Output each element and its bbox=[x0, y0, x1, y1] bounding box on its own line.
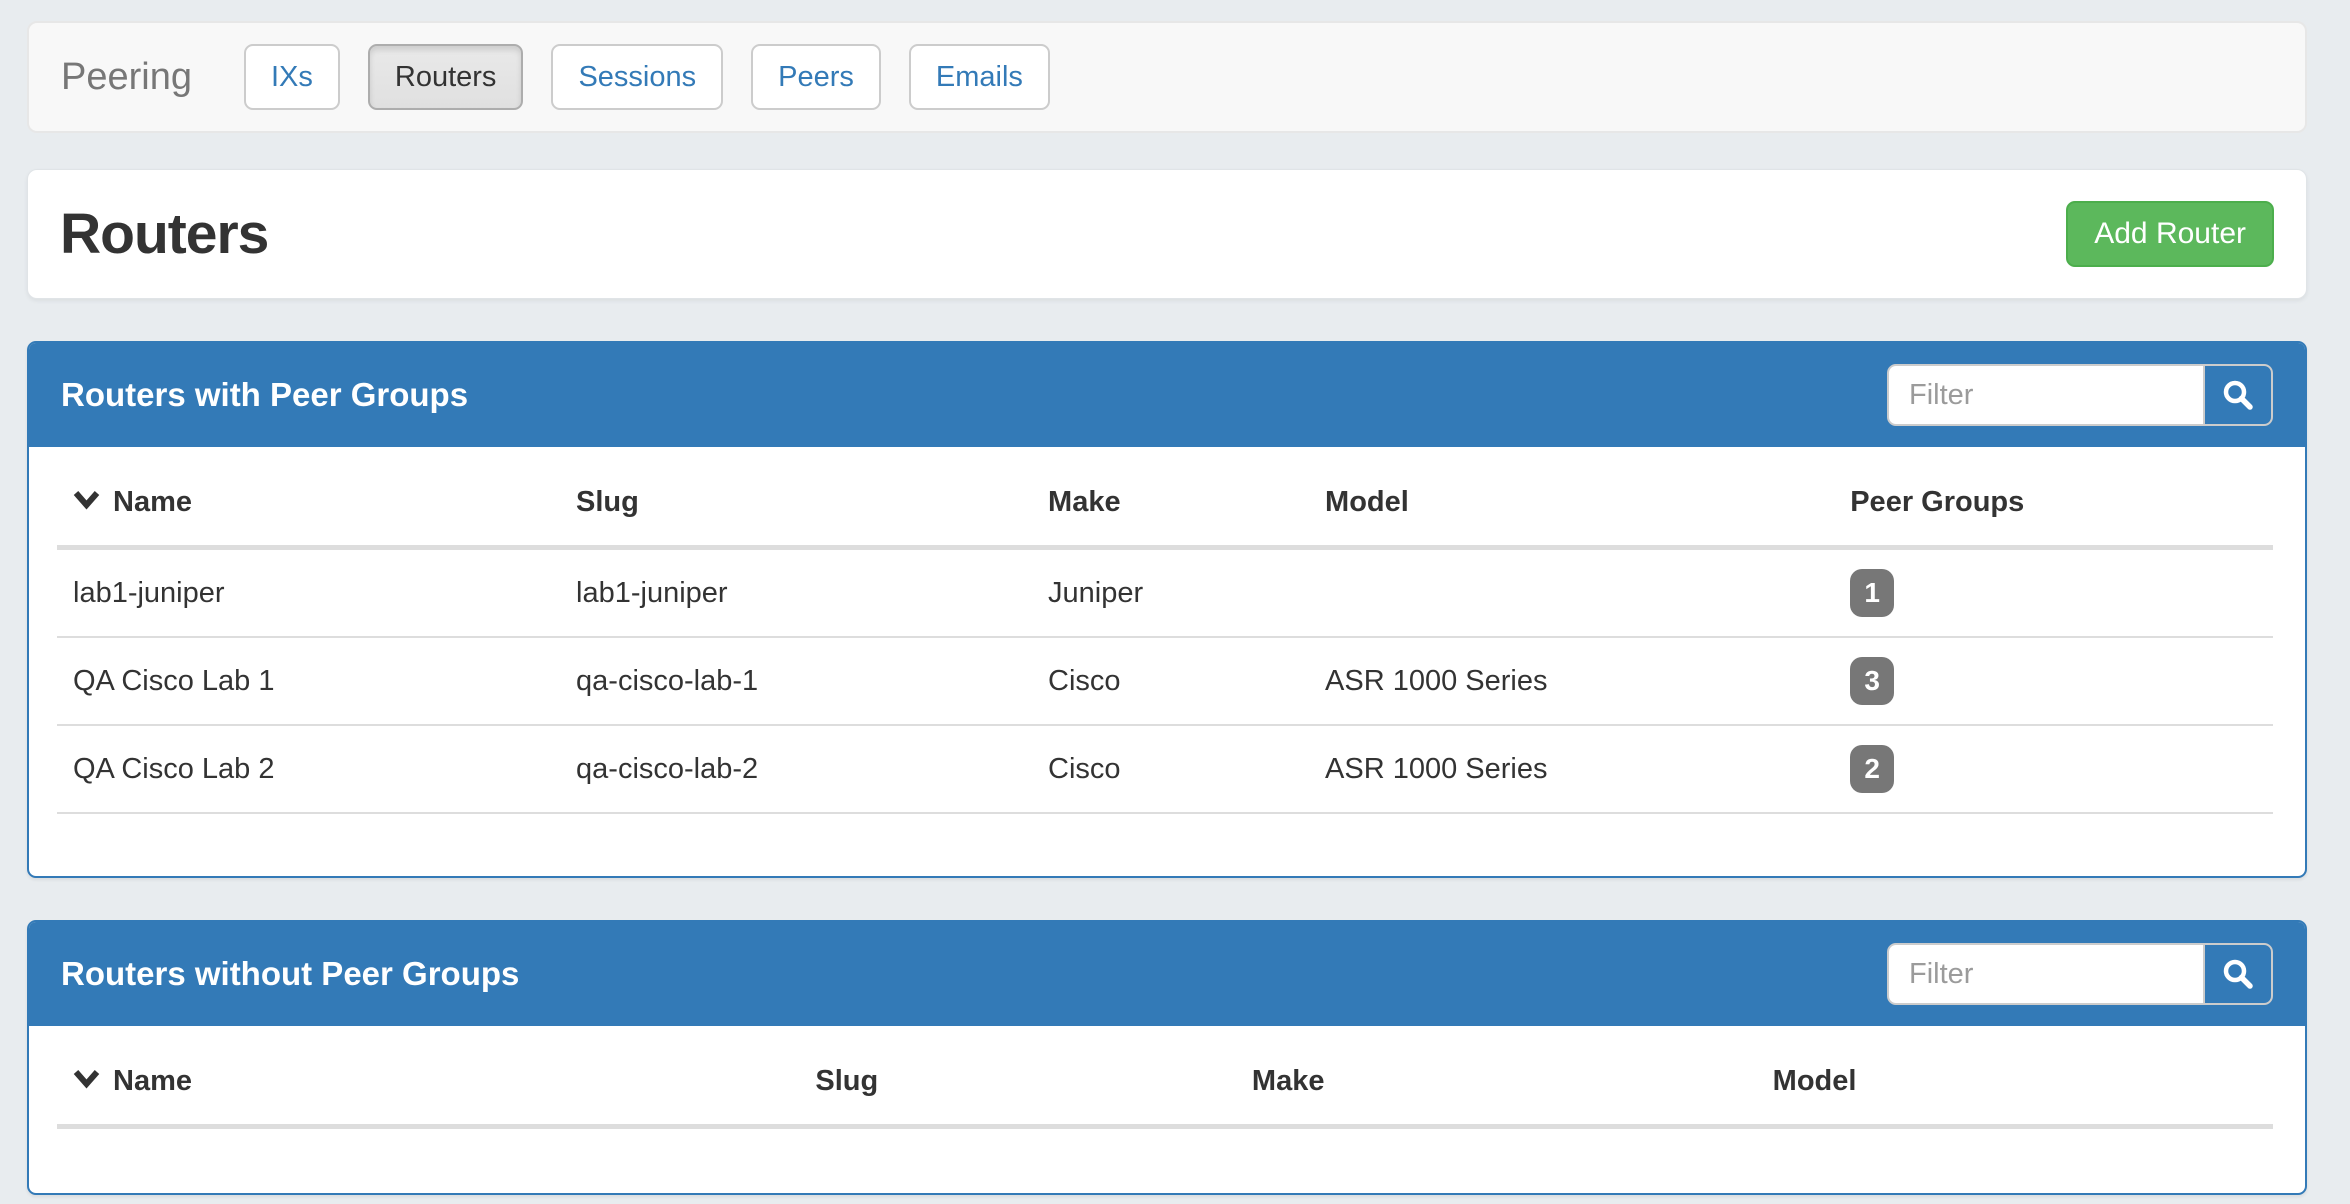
routers-without-table: Name Slug Make Model bbox=[57, 1036, 2273, 1129]
column-header-slug[interactable]: Slug bbox=[799, 1036, 1236, 1127]
cell-name: QA Cisco Lab 1 bbox=[57, 637, 560, 725]
cell-make: Juniper bbox=[1032, 548, 1309, 638]
cell-make: Cisco bbox=[1032, 637, 1309, 725]
cell-model: ASR 1000 Series bbox=[1309, 725, 1834, 813]
chevron-down-icon bbox=[73, 485, 100, 518]
table-row: QA Cisco Lab 1qa-cisco-lab-1CiscoASR 100… bbox=[57, 637, 2273, 725]
panel-routers-with-peer-groups: Routers with Peer Groups Na bbox=[27, 341, 2307, 878]
cell-model: ASR 1000 Series bbox=[1309, 637, 1834, 725]
panel-heading: Routers without Peer Groups bbox=[29, 922, 2305, 1026]
panel-routers-without-peer-groups: Routers without Peer Groups bbox=[27, 920, 2307, 1195]
cell-peer-groups: 2 bbox=[1834, 725, 2273, 813]
search-icon bbox=[2221, 378, 2255, 412]
filter-input[interactable] bbox=[1887, 943, 2205, 1005]
peer-groups-count-badge: 2 bbox=[1850, 745, 1894, 793]
column-header-make[interactable]: Make bbox=[1236, 1036, 1757, 1127]
panel-heading: Routers with Peer Groups bbox=[29, 343, 2305, 447]
table-row: lab1-juniperlab1-juniperJuniper1 bbox=[57, 548, 2273, 638]
cell-peer-groups: 3 bbox=[1834, 637, 2273, 725]
column-header-model[interactable]: Model bbox=[1757, 1036, 2273, 1127]
table-header-row: Name Slug Make Model bbox=[57, 1036, 2273, 1127]
chevron-down-icon bbox=[73, 1064, 100, 1097]
column-header-model[interactable]: Model bbox=[1309, 457, 1834, 548]
column-header-make[interactable]: Make bbox=[1032, 457, 1309, 548]
tab-ixs[interactable]: IXs bbox=[244, 44, 340, 110]
column-header-slug[interactable]: Slug bbox=[560, 457, 1032, 548]
cell-make: Cisco bbox=[1032, 725, 1309, 813]
cell-name: lab1-juniper bbox=[57, 548, 560, 638]
column-header-peer-groups[interactable]: Peer Groups bbox=[1834, 457, 2273, 548]
brand-peering: Peering bbox=[61, 56, 192, 99]
cell-slug: lab1-juniper bbox=[560, 548, 1032, 638]
tab-peers[interactable]: Peers bbox=[751, 44, 881, 110]
peering-navbar: Peering IXs Routers Sessions Peers Email… bbox=[27, 21, 2307, 133]
cell-name: QA Cisco Lab 2 bbox=[57, 725, 560, 813]
page-title: Routers bbox=[60, 201, 268, 267]
filter-group bbox=[1887, 943, 2273, 1005]
column-header-name[interactable]: Name bbox=[57, 457, 560, 548]
page-header-card: Routers Add Router bbox=[27, 169, 2307, 299]
add-router-button[interactable]: Add Router bbox=[2066, 201, 2274, 267]
filter-input[interactable] bbox=[1887, 364, 2205, 426]
routers-with-table-body: lab1-juniperlab1-juniperJuniper1QA Cisco… bbox=[57, 548, 2273, 814]
tab-emails[interactable]: Emails bbox=[909, 44, 1050, 110]
tab-routers[interactable]: Routers bbox=[368, 44, 524, 110]
cell-model bbox=[1309, 548, 1834, 638]
search-icon bbox=[2221, 957, 2255, 991]
peer-groups-count-badge: 3 bbox=[1850, 657, 1894, 705]
search-button[interactable] bbox=[2203, 364, 2273, 426]
peer-groups-count-badge: 1 bbox=[1850, 569, 1894, 617]
main-container: Peering IXs Routers Sessions Peers Email… bbox=[27, 21, 2307, 1195]
cell-slug: qa-cisco-lab-1 bbox=[560, 637, 1032, 725]
panel-title: Routers with Peer Groups bbox=[61, 376, 468, 414]
routers-with-table: Name Slug Make Model Peer Groups lab1-ju… bbox=[57, 457, 2273, 814]
nav-tabs: IXs Routers Sessions Peers Emails bbox=[244, 44, 1050, 110]
cell-slug: qa-cisco-lab-2 bbox=[560, 725, 1032, 813]
panel-title: Routers without Peer Groups bbox=[61, 955, 519, 993]
table-header-row: Name Slug Make Model Peer Groups bbox=[57, 457, 2273, 548]
column-header-name[interactable]: Name bbox=[57, 1036, 799, 1127]
table-row: QA Cisco Lab 2qa-cisco-lab-2CiscoASR 100… bbox=[57, 725, 2273, 813]
tab-sessions[interactable]: Sessions bbox=[551, 44, 723, 110]
search-button[interactable] bbox=[2203, 943, 2273, 1005]
filter-group bbox=[1887, 364, 2273, 426]
cell-peer-groups: 1 bbox=[1834, 548, 2273, 638]
